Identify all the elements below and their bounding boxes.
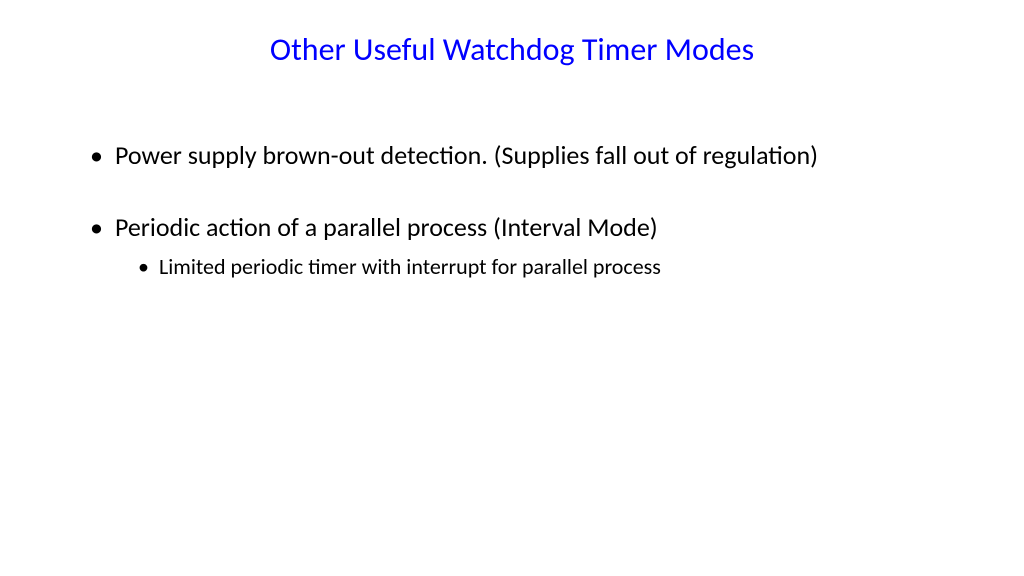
slide-content: • Power supply brown-out detection. (Sup… [80,139,944,281]
slide-title: Other Useful Watchdog Timer Modes [100,30,924,69]
slide-container: Other Useful Watchdog Timer Modes • Powe… [0,0,1024,576]
spacer [90,181,944,211]
bullet-text: Periodic action of a parallel process (I… [115,211,658,245]
bullet-marker: • [90,139,103,173]
bullet-item: • Periodic action of a parallel process … [90,211,944,245]
bullet-marker: • [90,211,103,245]
bullet-marker: • [138,253,149,282]
bullet-item: • Power supply brown-out detection. (Sup… [90,139,944,173]
bullet-text: Power supply brown-out detection. (Suppl… [115,139,818,173]
bullet-text: Limited periodic timer with interrupt fo… [159,253,661,282]
bullet-item-sub: • Limited periodic timer with interrupt … [138,253,944,282]
